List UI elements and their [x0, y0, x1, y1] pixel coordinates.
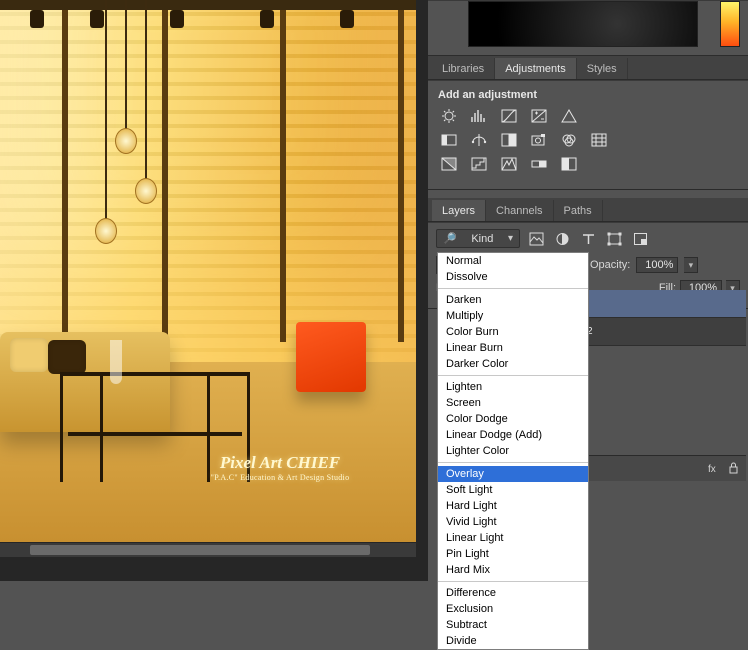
vibrance-icon[interactable]	[558, 107, 580, 125]
gradient-preview[interactable]	[468, 1, 698, 47]
watermark-subtitle: "P.A.C" Education & Art Design Studio	[180, 473, 380, 482]
blend-mode-option[interactable]: Hard Mix	[438, 562, 588, 578]
levels-icon[interactable]	[468, 107, 490, 125]
layer-list: 2	[583, 290, 746, 346]
blend-mode-option[interactable]: Overlay	[438, 466, 588, 482]
filter-type-icon[interactable]	[578, 230, 598, 248]
canvas-area: Pixel Art CHIEF "P.A.C" Education & Art …	[0, 0, 428, 581]
tab-layers[interactable]: Layers	[432, 200, 486, 221]
menu-separator	[438, 581, 588, 582]
scrollbar-thumb[interactable]	[30, 545, 370, 555]
opacity-dropdown-icon[interactable]: ▾	[684, 257, 698, 273]
kind-label: Kind	[471, 233, 493, 245]
tab-adjustments[interactable]: Adjustments	[495, 58, 577, 79]
menu-separator	[438, 288, 588, 289]
adjustments-panel: Add an adjustment	[428, 80, 748, 190]
blend-mode-option[interactable]: Color Dodge	[438, 411, 588, 427]
brightness-contrast-icon[interactable]	[438, 107, 460, 125]
opacity-value[interactable]: 100%	[636, 257, 678, 273]
blend-mode-option[interactable]: Soft Light	[438, 482, 588, 498]
blend-mode-option[interactable]: Normal	[438, 253, 588, 269]
blend-mode-option[interactable]: Multiply	[438, 308, 588, 324]
svg-text:fx: fx	[708, 464, 716, 474]
exposure-icon[interactable]	[528, 107, 550, 125]
color-balance-icon[interactable]	[468, 131, 490, 149]
layer-item[interactable]: 2	[583, 318, 746, 346]
blend-mode-option[interactable]: Dissolve	[438, 269, 588, 285]
tab-libraries[interactable]: Libraries	[432, 58, 495, 79]
layer-item[interactable]	[583, 290, 746, 318]
blend-mode-option[interactable]: Darken	[438, 292, 588, 308]
blend-mode-option[interactable]: Lighten	[438, 379, 588, 395]
threshold-icon[interactable]	[498, 155, 520, 173]
invert-icon[interactable]	[438, 155, 460, 173]
filter-adjustment-icon[interactable]	[552, 230, 572, 248]
filter-pixel-icon[interactable]	[526, 230, 546, 248]
gradient-ramp[interactable]	[720, 1, 740, 47]
filter-shape-icon[interactable]	[604, 230, 624, 248]
blend-mode-option[interactable]: Color Burn	[438, 324, 588, 340]
blend-mode-option[interactable]: Exclusion	[438, 601, 588, 617]
black-white-icon[interactable]	[498, 131, 520, 149]
blend-mode-option[interactable]: Difference	[438, 585, 588, 601]
search-icon: 🔎	[443, 232, 457, 245]
opacity-label: Opacity:	[590, 259, 630, 271]
layers-tabstrip: Layers Channels Paths	[428, 198, 748, 222]
filter-smartobject-icon[interactable]	[630, 230, 650, 248]
horizontal-scrollbar[interactable]	[0, 543, 416, 557]
layers-footer: fx	[583, 455, 746, 481]
tab-styles[interactable]: Styles	[577, 58, 628, 79]
photo-filter-icon[interactable]	[528, 131, 550, 149]
menu-separator	[438, 375, 588, 376]
adjustments-title: Add an adjustment	[438, 89, 738, 101]
layer-filter-kind-select[interactable]: 🔎 Kind ▾	[436, 229, 520, 248]
channel-mixer-icon[interactable]	[558, 131, 580, 149]
blend-mode-option[interactable]: Vivid Light	[438, 514, 588, 530]
blend-mode-option[interactable]: Lighter Color	[438, 443, 588, 459]
watermark: Pixel Art CHIEF "P.A.C" Education & Art …	[180, 453, 380, 482]
menu-separator	[438, 462, 588, 463]
blend-mode-option[interactable]: Subtract	[438, 617, 588, 633]
selective-color-icon[interactable]	[558, 155, 580, 173]
tab-channels[interactable]: Channels	[486, 200, 553, 221]
blend-mode-option[interactable]: Divide	[438, 633, 588, 649]
layer-fx-icon[interactable]: fx	[708, 461, 721, 477]
posterize-icon[interactable]	[468, 155, 490, 173]
curves-icon[interactable]	[498, 107, 520, 125]
chevron-down-icon: ▾	[508, 233, 513, 244]
color-lookup-icon[interactable]	[588, 131, 610, 149]
adjustments-tabstrip: Libraries Adjustments Styles	[428, 56, 748, 80]
blend-mode-option[interactable]: Linear Light	[438, 530, 588, 546]
blend-mode-option[interactable]: Pin Light	[438, 546, 588, 562]
blend-mode-option[interactable]: Screen	[438, 395, 588, 411]
blend-mode-menu[interactable]: NormalDissolveDarkenMultiplyColor BurnLi…	[437, 252, 589, 650]
lock-icon[interactable]	[727, 461, 740, 477]
gradient-preview-panel	[428, 0, 748, 56]
watermark-title: Pixel Art CHIEF	[180, 453, 380, 473]
blend-mode-option[interactable]: Hard Light	[438, 498, 588, 514]
gradient-map-icon[interactable]	[528, 155, 550, 173]
tab-paths[interactable]: Paths	[554, 200, 603, 221]
hue-saturation-icon[interactable]	[438, 131, 460, 149]
document-canvas[interactable]: Pixel Art CHIEF "P.A.C" Education & Art …	[0, 0, 416, 542]
blend-mode-option[interactable]: Linear Burn	[438, 340, 588, 356]
blend-mode-option[interactable]: Darker Color	[438, 356, 588, 372]
blend-mode-option[interactable]: Linear Dodge (Add)	[438, 427, 588, 443]
